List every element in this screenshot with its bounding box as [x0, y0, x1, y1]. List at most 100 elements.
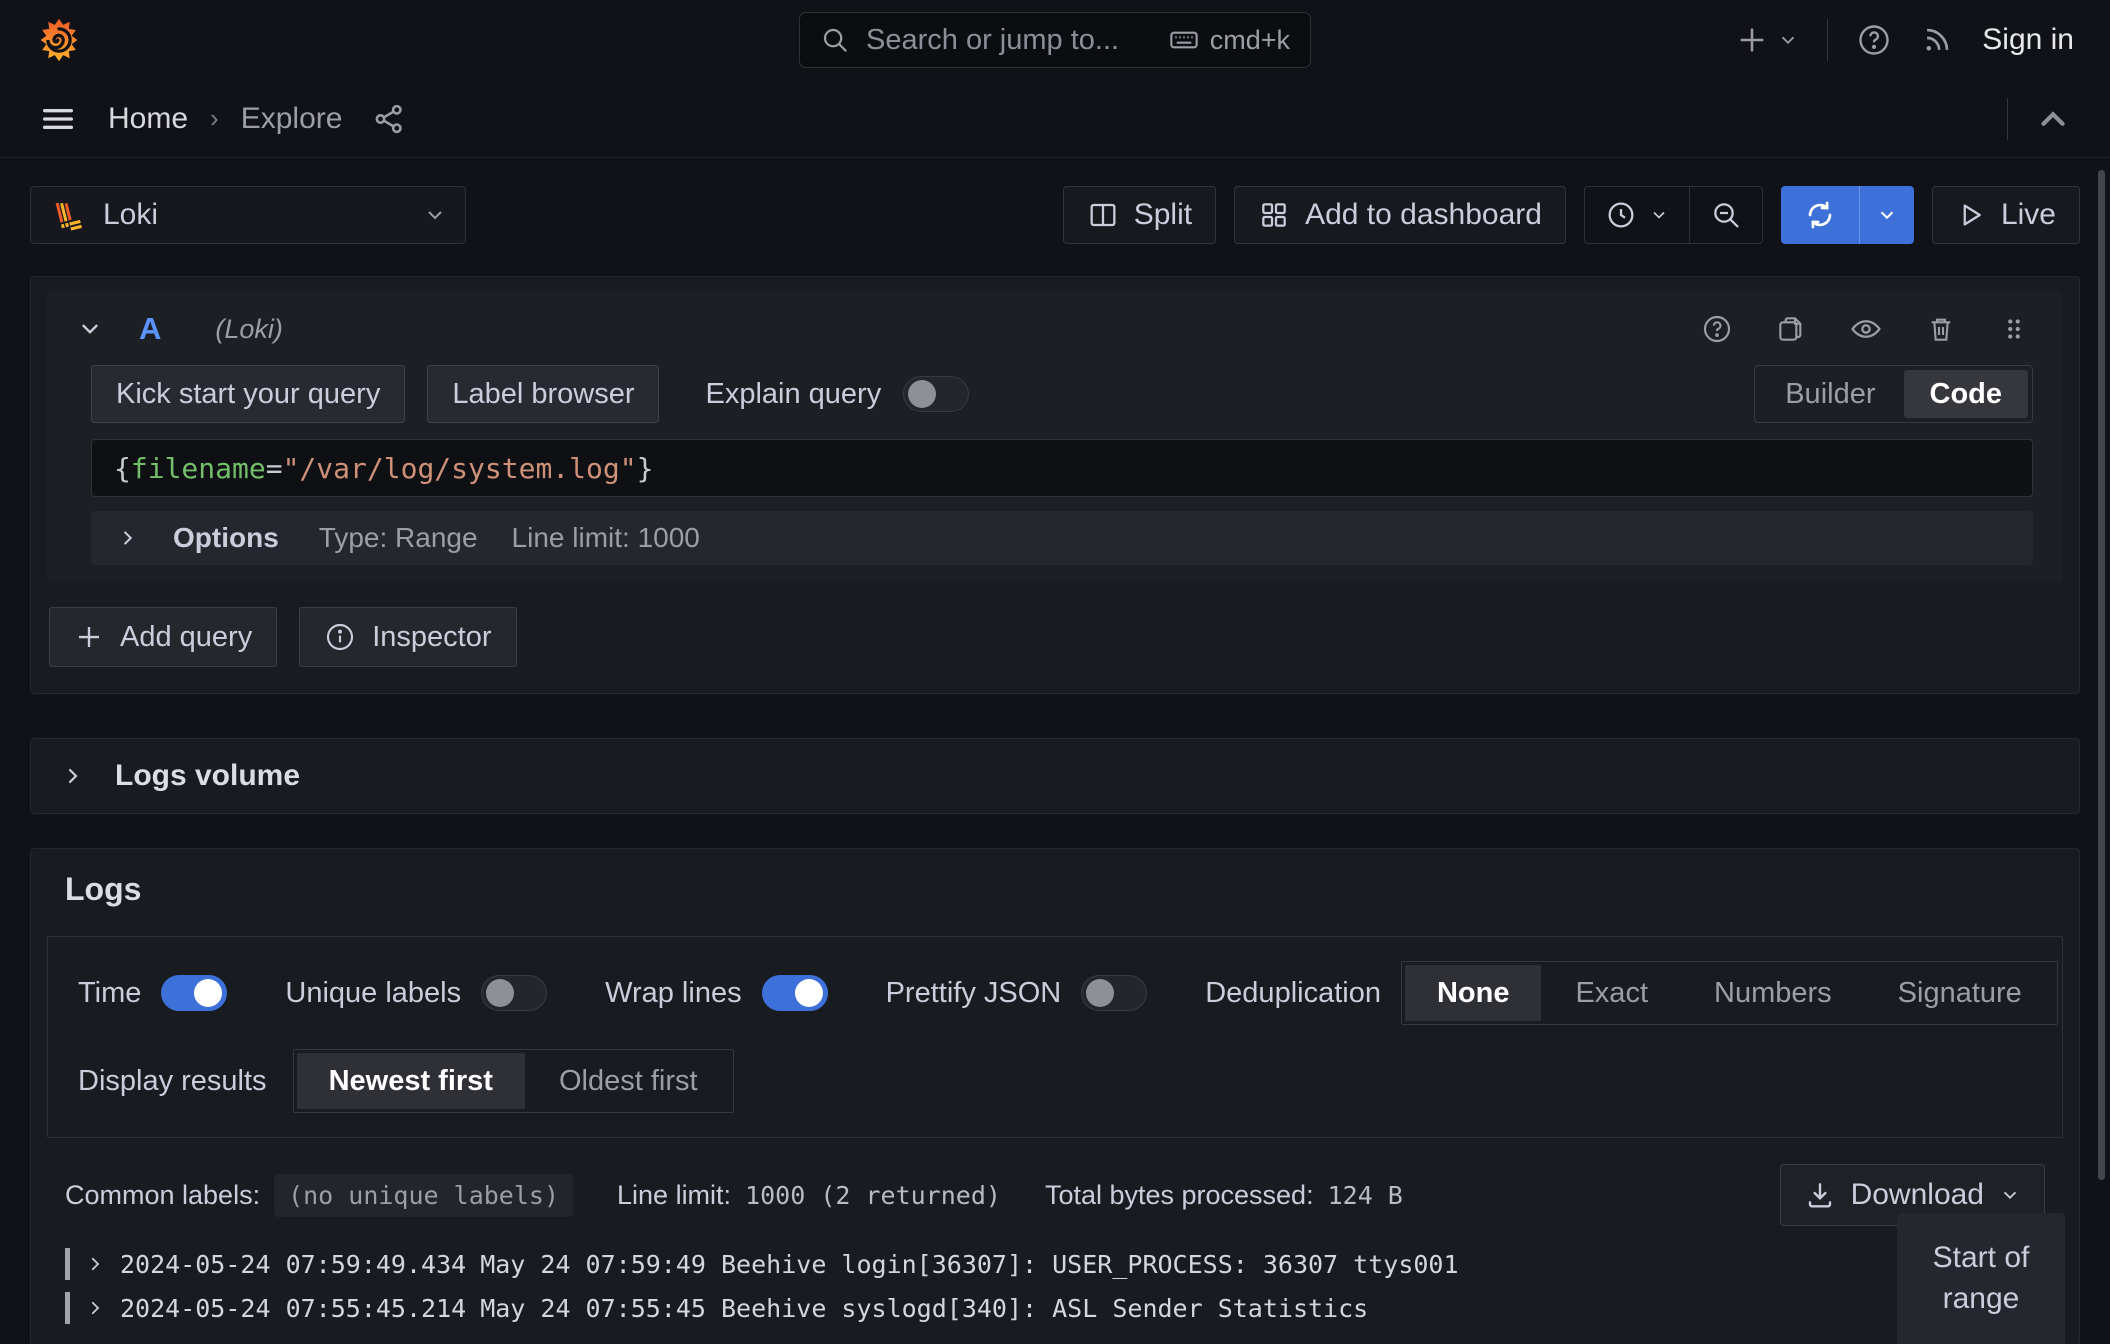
- search-shortcut: cmd+k: [1168, 24, 1290, 56]
- refresh-button[interactable]: [1781, 186, 1859, 244]
- time-picker-group: [1584, 186, 1763, 244]
- label-browser-button[interactable]: Label browser: [427, 365, 659, 423]
- line-limit-label: Line limit:: [617, 1180, 731, 1211]
- dedup-option-exact[interactable]: Exact: [1543, 965, 1680, 1021]
- query-brace-close: }: [637, 452, 654, 485]
- add-query-button[interactable]: Add query: [49, 607, 277, 667]
- apps-grid-icon: [1258, 199, 1290, 231]
- divider: [1827, 19, 1828, 61]
- unique-labels-toggle[interactable]: [481, 975, 547, 1011]
- new-menu-button[interactable]: [1735, 23, 1799, 57]
- options-type: Type: Range: [319, 522, 478, 554]
- news-rss-icon[interactable]: [1920, 23, 1954, 57]
- query-row-A: A (Loki): [47, 291, 2063, 583]
- explore-page: Loki Split: [0, 186, 2110, 1344]
- keyboard-icon: [1168, 24, 1200, 56]
- query-string-token: "/var/log/system.log": [283, 452, 637, 485]
- live-button[interactable]: Live: [1932, 186, 2080, 244]
- search-icon: [820, 25, 850, 55]
- split-button[interactable]: Split: [1063, 186, 1216, 244]
- sign-in-button[interactable]: Sign in: [1982, 23, 2074, 57]
- logs-controls: Time Unique labels Wrap lines Prettify J…: [47, 936, 2063, 1138]
- share-icon[interactable]: [372, 102, 406, 136]
- chevron-right-icon: [86, 1299, 104, 1317]
- collapse-query-icon[interactable]: [63, 316, 117, 342]
- kick-start-query-button[interactable]: Kick start your query: [91, 365, 405, 423]
- query-options-collapsible[interactable]: Options Type: Range Line limit: 1000: [91, 511, 2033, 565]
- info-circle-icon: [324, 621, 356, 653]
- log-timestamp: 2024-05-24 07:55:45.214: [120, 1294, 466, 1323]
- chevron-right-icon: [86, 1255, 104, 1273]
- logs-meta-row: Common labels: (no unique labels) Line l…: [47, 1164, 2063, 1226]
- dedup-option-numbers[interactable]: Numbers: [1682, 965, 1864, 1021]
- log-level-bar: [65, 1292, 70, 1324]
- options-label: Options: [173, 522, 279, 554]
- logs-volume-title: Logs volume: [115, 759, 300, 793]
- log-timestamp: 2024-05-24 07:59:49.434: [120, 1250, 466, 1279]
- divider: [2007, 98, 2008, 140]
- log-message: May 24 07:59:49 Beehive login[36307]: US…: [480, 1250, 1458, 1279]
- options-line-limit: Line limit: 1000: [512, 522, 700, 554]
- vertical-scrollbar[interactable]: [2098, 170, 2105, 1180]
- datasource-picker[interactable]: Loki: [30, 186, 466, 244]
- display-results-label: Display results: [78, 1065, 267, 1098]
- breadcrumb-home[interactable]: Home: [108, 102, 188, 136]
- line-limit-value: 1000 (2 returned): [745, 1181, 1001, 1210]
- breadcrumb: Home › Explore: [108, 102, 342, 136]
- prettify-json-toggle[interactable]: [1081, 975, 1147, 1011]
- add-to-dashboard-button[interactable]: Add to dashboard: [1234, 186, 1566, 244]
- help-icon[interactable]: [1856, 22, 1892, 58]
- loki-logo: [49, 196, 87, 234]
- zoom-out-button[interactable]: [1689, 187, 1762, 243]
- order-option-oldest[interactable]: Oldest first: [527, 1053, 730, 1109]
- time-toggle-label: Time: [78, 977, 141, 1010]
- inspector-button[interactable]: Inspector: [299, 607, 516, 667]
- dedup-option-none[interactable]: None: [1405, 965, 1542, 1021]
- search-placeholder: Search or jump to...: [866, 24, 1152, 57]
- query-editor-panel: A (Loki): [30, 276, 2080, 694]
- dedup-option-signature[interactable]: Signature: [1866, 965, 2054, 1021]
- datasource-name: Loki: [103, 198, 158, 232]
- trash-icon[interactable]: [1925, 313, 1957, 345]
- query-code-input[interactable]: {filename="/var/log/system.log"}: [91, 439, 2033, 497]
- query-label-token: filename: [131, 452, 266, 485]
- log-rows: 2024-05-24 07:59:49.434 May 24 07:59:49 B…: [47, 1242, 2063, 1330]
- plus-icon: [1735, 23, 1769, 57]
- grafana-logo[interactable]: [36, 17, 82, 63]
- chevron-up-icon[interactable]: [2034, 100, 2072, 138]
- query-ref-id[interactable]: A: [139, 311, 161, 347]
- builder-mode-option[interactable]: Builder: [1759, 370, 1901, 418]
- wrap-lines-toggle[interactable]: [762, 975, 828, 1011]
- order-option-newest[interactable]: Newest first: [297, 1053, 525, 1109]
- query-datasource-hint: (Loki): [215, 314, 283, 345]
- question-circle-icon[interactable]: [1701, 313, 1733, 345]
- start-of-range-button[interactable]: Start of range: [1897, 1213, 2065, 1344]
- time-toggle[interactable]: [161, 975, 227, 1011]
- deduplication-label: Deduplication: [1205, 977, 1381, 1010]
- download-icon: [1804, 1179, 1836, 1211]
- common-labels-value: (no unique labels): [274, 1174, 573, 1217]
- query-brace-open: {: [114, 452, 131, 485]
- logs-volume-section[interactable]: Logs volume: [30, 738, 2080, 814]
- hide-query-eye-icon[interactable]: [1849, 312, 1883, 346]
- menu-icon[interactable]: [38, 99, 78, 139]
- refresh-interval-dropdown[interactable]: [1859, 186, 1914, 244]
- chevron-down-icon: [1999, 1184, 2021, 1206]
- code-mode-option[interactable]: Code: [1904, 370, 2029, 418]
- explain-query-toggle[interactable]: [903, 376, 969, 412]
- time-picker-button[interactable]: [1585, 187, 1689, 243]
- log-row[interactable]: 2024-05-24 07:59:49.434 May 24 07:59:49 B…: [47, 1242, 2063, 1286]
- log-row[interactable]: 2024-05-24 07:55:45.214May 24 07:55:45 B…: [47, 1286, 2063, 1330]
- search-input[interactable]: Search or jump to... cmd+k: [799, 12, 1311, 68]
- total-bytes-value: 124 B: [1328, 1181, 1403, 1210]
- drag-handle-icon[interactable]: [1999, 314, 2029, 344]
- log-level-bar: [65, 1248, 70, 1280]
- breadcrumb-current: Explore: [241, 102, 343, 136]
- chevron-down-icon: [1649, 205, 1669, 225]
- copy-query-icon[interactable]: [1775, 313, 1807, 345]
- plus-icon: [74, 622, 104, 652]
- query-operator-token: =: [266, 452, 283, 485]
- wrap-lines-toggle-label: Wrap lines: [605, 977, 741, 1010]
- deduplication-group: None Exact Numbers Signature: [1401, 961, 2058, 1025]
- explore-toolbar: Loki Split: [30, 186, 2080, 244]
